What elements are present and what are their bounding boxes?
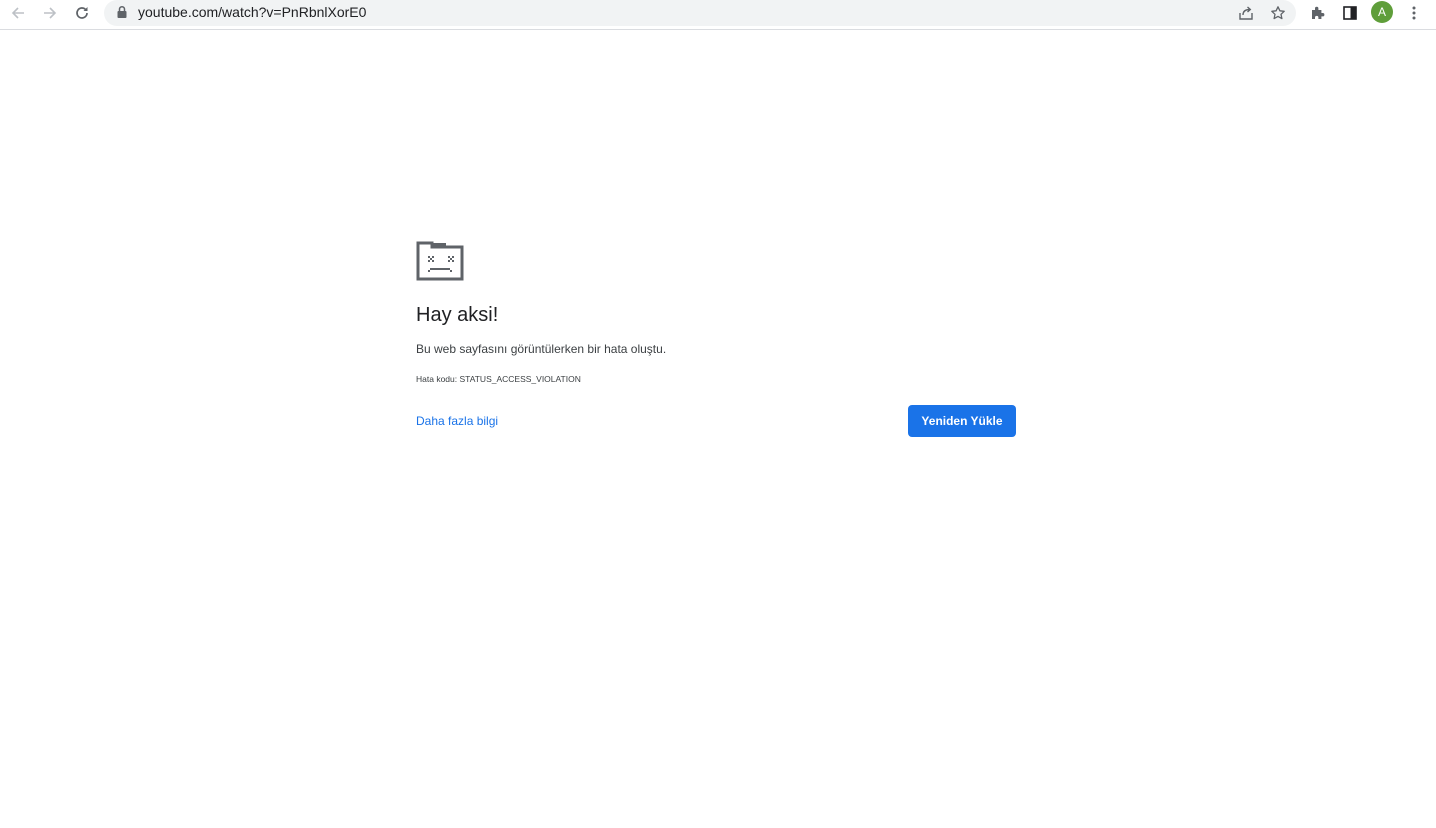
lock-icon[interactable] bbox=[114, 4, 130, 20]
sad-folder-icon bbox=[416, 239, 464, 281]
reload-icon[interactable] bbox=[70, 2, 94, 24]
error-heading: Hay aksi! bbox=[416, 304, 499, 326]
error-code: Hata kodu: STATUS_ACCESS_VIOLATION bbox=[416, 374, 581, 384]
browser-toolbar: youtube.com/watch?v=PnRbnlXorE0 A bbox=[0, 0, 1436, 30]
star-icon[interactable] bbox=[1268, 3, 1288, 23]
share-icon[interactable] bbox=[1236, 3, 1256, 23]
kebab-menu-icon[interactable] bbox=[1402, 2, 1426, 24]
profile-avatar[interactable]: A bbox=[1371, 1, 1393, 23]
error-message: Bu web sayfasını görüntülerken bir hata … bbox=[416, 342, 667, 356]
address-bar[interactable]: youtube.com/watch?v=PnRbnlXorE0 bbox=[104, 0, 1296, 26]
url-text[interactable]: youtube.com/watch?v=PnRbnlXorE0 bbox=[138, 4, 366, 20]
back-arrow-icon[interactable] bbox=[6, 2, 30, 24]
puzzle-icon[interactable] bbox=[1306, 2, 1330, 24]
side-panel-icon[interactable] bbox=[1338, 2, 1362, 24]
learn-more-link[interactable]: Daha fazla bilgi bbox=[416, 413, 498, 429]
reload-button[interactable]: Yeniden Yükle bbox=[908, 405, 1016, 437]
forward-arrow-icon[interactable] bbox=[38, 2, 62, 24]
